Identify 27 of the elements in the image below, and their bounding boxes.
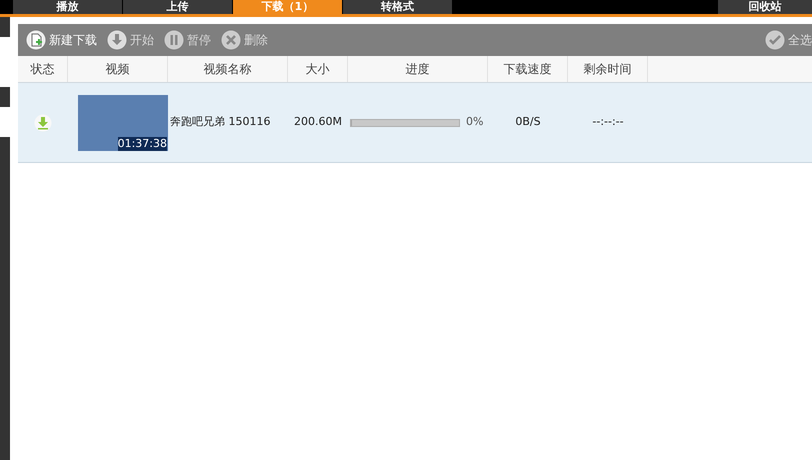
download-icon [107,30,127,50]
download-row[interactable]: 01:37:38 奔跑吧兄弟 150116 200.60M 0% 0B/S --:--:-- [18,83,812,163]
tab[interactable]: 播放 [13,0,122,14]
column-header[interactable]: 状态 [18,56,68,82]
side-panel-edge [0,87,10,107]
tab[interactable]: 转格式 [343,0,452,14]
column-header[interactable]: 视频名称 [168,56,288,82]
column-header[interactable]: 剩余时间 [568,56,648,82]
side-panel-edge [0,17,10,37]
column-header[interactable]: 下载速度 [488,56,568,82]
column-header[interactable]: 进度 [348,56,488,82]
video-duration: 01:37:38 [118,136,167,150]
column-header[interactable]: 视频 [68,56,168,82]
video-name: 奔跑吧兄弟 150116 [170,114,270,130]
pause-icon [164,30,184,50]
toolbar-button[interactable]: 新建下载 [26,30,97,50]
video-thumbnail[interactable]: 01:37:38 [78,94,168,150]
file-size: 200.60M [294,114,342,130]
new-file-icon [26,30,46,50]
remaining-time: --:--:-- [592,114,624,130]
delete-icon [221,30,241,50]
checkmark-icon [765,30,785,50]
download-speed: 0B/S [515,114,541,130]
progress-percent: 0% [466,114,484,130]
column-header[interactable]: 大小 [288,56,348,82]
tab[interactable]: 回收站 [718,0,812,14]
tab[interactable]: 上传 [123,0,232,14]
